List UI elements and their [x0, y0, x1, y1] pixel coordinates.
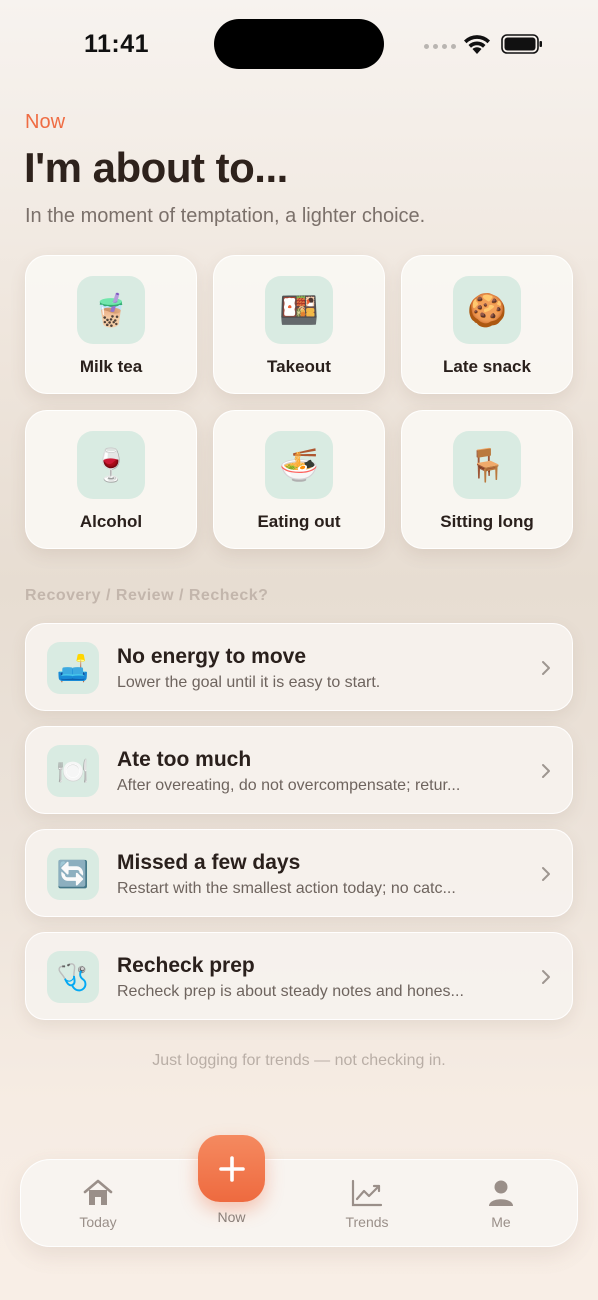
tile-takeout[interactable]: 🍱 Takeout: [213, 255, 385, 394]
bento-box-icon: 🍱: [265, 276, 333, 344]
restart-arrows-icon: 🔄: [47, 848, 99, 900]
chevron-right-icon: [542, 867, 550, 881]
person-icon: [489, 1180, 513, 1206]
page-title: I'm about to...: [24, 144, 288, 191]
plus-icon: [218, 1155, 245, 1182]
list-item-ate-too-much[interactable]: 🍽️ Ate too much After overeating, do not…: [25, 726, 573, 814]
battery-icon: [501, 34, 542, 54]
list-item-missed-days[interactable]: 🔄 Missed a few days Restart with the sma…: [25, 829, 573, 917]
list-item-desc: After overeating, do not overcompensate;…: [117, 777, 461, 794]
page-eyebrow: Now: [25, 111, 66, 133]
tab-now-add-button[interactable]: [198, 1135, 265, 1202]
plate-icon: 🍽️: [47, 745, 99, 797]
list-item-recheck-prep[interactable]: 🩺 Recheck prep Recheck prep is about ste…: [25, 932, 573, 1020]
section-label: Recovery / Review / Recheck?: [25, 587, 269, 604]
wine-glass-icon: 🍷: [77, 431, 145, 499]
tile-alcohol[interactable]: 🍷 Alcohol: [25, 410, 197, 549]
list-item-title: Recheck prep: [117, 954, 255, 977]
list-item-desc: Restart with the smallest action today; …: [117, 880, 456, 897]
list-item-title: Ate too much: [117, 748, 252, 771]
tab-label: Today: [79, 1214, 117, 1230]
tab-label: Trends: [345, 1214, 389, 1230]
footnote: Just logging for trends — not checking i…: [152, 1052, 446, 1069]
status-time: 11:41: [84, 30, 150, 58]
tile-eating-out[interactable]: 🍜 Eating out: [213, 410, 385, 549]
tile-label: Alcohol: [79, 512, 143, 531]
tile-label: Late snack: [443, 357, 531, 376]
tab-label: Me: [491, 1214, 511, 1230]
tile-milk-tea[interactable]: 🧋 Milk tea: [25, 255, 197, 394]
tile-sitting-long[interactable]: 🪑 Sitting long: [401, 410, 573, 549]
page-subtitle: In the moment of temptation, a lighter c…: [25, 205, 426, 227]
list-item-desc: Recheck prep is about steady notes and h…: [117, 983, 464, 1000]
chair-icon: 🪑: [453, 431, 521, 499]
chevron-right-icon: [542, 970, 550, 984]
chevron-right-icon: [542, 764, 550, 778]
tile-label: Eating out: [257, 512, 341, 531]
list-item-no-energy[interactable]: 🛋️ No energy to move Lower the goal unti…: [25, 623, 573, 711]
dynamic-island: [214, 19, 384, 69]
tile-label: Takeout: [267, 357, 331, 376]
temptation-grid: 🧋 Milk tea 🍱 Takeout 🍪 Late snack 🍷 Alco…: [25, 255, 573, 549]
tab-now-label: Now: [217, 1209, 246, 1225]
recovery-list: 🛋️ No energy to move Lower the goal unti…: [25, 623, 573, 1020]
couch-icon: 🛋️: [47, 642, 99, 694]
status-bar: 11:41: [0, 0, 598, 90]
bubble-tea-icon: 🧋: [77, 276, 145, 344]
chevron-right-icon: [542, 661, 550, 675]
noodle-bowl-icon: 🍜: [265, 431, 333, 499]
tab-me[interactable]: Me: [441, 1160, 561, 1248]
tab-trends[interactable]: Trends: [307, 1160, 427, 1248]
list-item-desc: Lower the goal until it is easy to start…: [117, 674, 381, 691]
wifi-icon: [464, 35, 490, 54]
stethoscope-icon: 🩺: [47, 951, 99, 1003]
tab-today[interactable]: Today: [38, 1160, 158, 1248]
chart-line-icon: [351, 1179, 383, 1207]
tile-label: Sitting long: [440, 512, 534, 531]
tile-label: Milk tea: [79, 357, 143, 376]
cellular-signal-icon: [424, 44, 456, 49]
cookie-icon: 🍪: [453, 276, 521, 344]
tab-bar: Today Trends Me: [20, 1159, 578, 1247]
home-icon: [83, 1179, 113, 1205]
list-item-title: Missed a few days: [117, 851, 301, 874]
tile-late-snack[interactable]: 🍪 Late snack: [401, 255, 573, 394]
list-item-title: No energy to move: [117, 645, 307, 668]
